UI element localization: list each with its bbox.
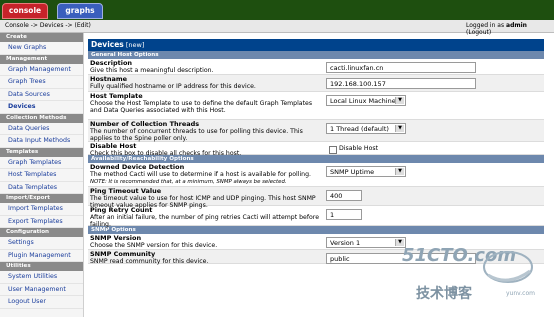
- field-description: Check this box to disable all checks for…: [90, 150, 242, 157]
- breadcrumb[interactable]: Console -> Devices -> (Edit): [5, 22, 91, 29]
- field-value: cacti.linuxfan.cn: [330, 64, 384, 72]
- field-description: The method Cacti will use to determine i…: [90, 171, 312, 178]
- field-label-block: Host Template Choose the Host Template to…: [90, 92, 322, 115]
- sidebar-item[interactable]: Devices: [0, 101, 83, 114]
- sidebar-item[interactable]: User Management: [0, 284, 83, 296]
- sidebar-nav: Create New Graphs Management Graph Manageme…: [0, 33, 84, 317]
- field-value: 192.168.100.157: [330, 80, 386, 88]
- text-field[interactable]: cacti.linuxfan.cn: [326, 62, 476, 73]
- top-tab-bar: console graphs: [0, 0, 554, 20]
- sidebar-item[interactable]: Data Input Methods: [0, 135, 83, 148]
- field-label-block: SNMP Version Choose the SNMP version for …: [90, 234, 322, 250]
- sidebar-header: Collection Methods: [0, 113, 83, 123]
- chevron-down-icon[interactable]: ▼: [395, 125, 404, 132]
- sidebar-item[interactable]: Data Templates: [0, 182, 83, 194]
- sidebar-item[interactable]: Host Templates: [0, 169, 83, 182]
- page-title: Devices [new]: [88, 39, 544, 51]
- field-description: Choose the Host Template to use to defin…: [90, 100, 313, 114]
- field-label-block: Downed Device Detection The method Cacti …: [90, 164, 322, 186]
- text-field[interactable]: 1: [326, 209, 362, 220]
- watermark-blog-text: 技术博客: [416, 286, 472, 302]
- sidebar-item[interactable]: New Graphs: [0, 42, 83, 55]
- field-label-block: SNMP Community SNMP read community for th…: [90, 250, 322, 266]
- watermark-logo-icon: [483, 251, 533, 283]
- field-value: Version 1: [330, 239, 361, 247]
- field-label-block: Disable Host Check this box to disable al…: [90, 142, 322, 158]
- field-value: 1 Thread (default): [330, 125, 389, 133]
- checkbox-label: Disable Host: [339, 145, 379, 152]
- field-label: Description: [90, 59, 133, 67]
- field-label-block: Hostname Fully qualified hostname or IP a…: [90, 75, 322, 91]
- field-label: Ping Retry Count: [90, 206, 153, 214]
- sidebar-item[interactable]: Import Templates: [0, 203, 83, 216]
- form-row: Ping Timeout Value The timeout value to u…: [88, 187, 544, 209]
- select-field[interactable]: Local Linux Machine ▼: [326, 95, 406, 106]
- tab-graphs[interactable]: graphs: [57, 3, 103, 19]
- device-form: General Host Options Description Give this…: [88, 51, 544, 266]
- select-field[interactable]: SNMP Uptime ▼: [326, 166, 406, 177]
- tab-console[interactable]: console: [2, 3, 48, 19]
- breadcrumb-bar: Console -> Devices -> (Edit) Logged in a…: [0, 20, 554, 36]
- sidebar-header: Utilities: [0, 262, 83, 271]
- form-row: Disable Host Check this box to disable al…: [88, 142, 544, 158]
- field-label-block: Number of Collection Threads The number o…: [90, 120, 322, 143]
- section-header: General Host Options: [88, 51, 544, 59]
- sidebar-item[interactable]: Plugin Management: [0, 250, 83, 262]
- field-value: 1: [330, 211, 335, 219]
- login-status: Logged in as admin (Logout): [466, 22, 527, 36]
- login-user: admin: [506, 22, 527, 29]
- form-row: Ping Retry Count After an initial failure…: [88, 206, 544, 229]
- field-label-block: Ping Retry Count After an initial failure…: [90, 206, 322, 229]
- form-row: Downed Device Detection The method Cacti …: [88, 163, 544, 187]
- field-label: Host Template: [90, 92, 143, 100]
- field-label: Disable Host: [90, 142, 137, 150]
- select-field[interactable]: Version 1 ▼: [326, 237, 406, 248]
- logout-link[interactable]: (Logout): [466, 29, 491, 36]
- main-content: Devices [new] General Host Options Descri…: [88, 39, 544, 317]
- field-label: SNMP Version: [90, 234, 142, 242]
- form-row: Hostname Fully qualified hostname or IP a…: [88, 75, 544, 92]
- field-note: NOTE: It is recommended that, at a minim…: [90, 179, 287, 185]
- field-description: SNMP read community for this device.: [90, 258, 209, 265]
- field-label: SNMP Community: [90, 250, 156, 258]
- sidebar-item[interactable]: Graph Management: [0, 64, 83, 76]
- sidebar-item[interactable]: Logout User: [0, 296, 83, 309]
- field-description: Fully qualified hostname or IP address f…: [90, 83, 256, 90]
- field-value: public: [330, 255, 350, 263]
- sidebar-item[interactable]: Graph Templates: [0, 157, 83, 169]
- sidebar-item[interactable]: Settings: [0, 237, 83, 250]
- sidebar-item[interactable]: System Utilities: [0, 271, 83, 284]
- field-label: Number of Collection Threads: [90, 120, 200, 128]
- field-value: 400: [330, 192, 343, 200]
- text-field[interactable]: 400: [326, 190, 362, 201]
- chevron-down-icon[interactable]: ▼: [395, 168, 404, 175]
- field-label: Ping Timeout Value: [90, 187, 162, 195]
- sidebar-item[interactable]: Data Queries: [0, 123, 83, 135]
- sidebar-header: Import/Export: [0, 194, 83, 203]
- sidebar-header: Create: [0, 33, 83, 42]
- watermark-url: yunv.com: [506, 290, 535, 297]
- sidebar-item[interactable]: Data Sources: [0, 89, 83, 101]
- field-description: Give this host a meaningful description.: [90, 67, 214, 74]
- field-value: Local Linux Machine: [330, 97, 396, 105]
- sidebar-header: Templates: [0, 147, 83, 157]
- field-label-block: Description Give this host a meaningful d…: [90, 59, 322, 75]
- chevron-down-icon[interactable]: ▼: [395, 97, 404, 104]
- sidebar-header: Management: [0, 54, 83, 64]
- sidebar-header: Configuration: [0, 228, 83, 237]
- field-description: Choose the SNMP version for this device.: [90, 242, 218, 249]
- form-row: Number of Collection Threads The number o…: [88, 120, 544, 142]
- text-field[interactable]: 192.168.100.157: [326, 78, 476, 89]
- field-label: Hostname: [90, 75, 128, 83]
- sidebar-item[interactable]: Graph Trees: [0, 76, 83, 89]
- select-field[interactable]: 1 Thread (default) ▼: [326, 123, 406, 134]
- field-description: The number of concurrent threads to use …: [90, 128, 303, 142]
- disable-host-checkbox[interactable]: [329, 146, 337, 154]
- sidebar-item[interactable]: Export Templates: [0, 216, 83, 228]
- form-row: Host Template Choose the Host Template to…: [88, 92, 544, 120]
- field-label: Downed Device Detection: [90, 163, 185, 171]
- field-description: After an initial failure, the number of …: [90, 214, 320, 228]
- field-value: SNMP Uptime: [330, 168, 375, 176]
- form-row: Description Give this host a meaningful d…: [88, 59, 544, 75]
